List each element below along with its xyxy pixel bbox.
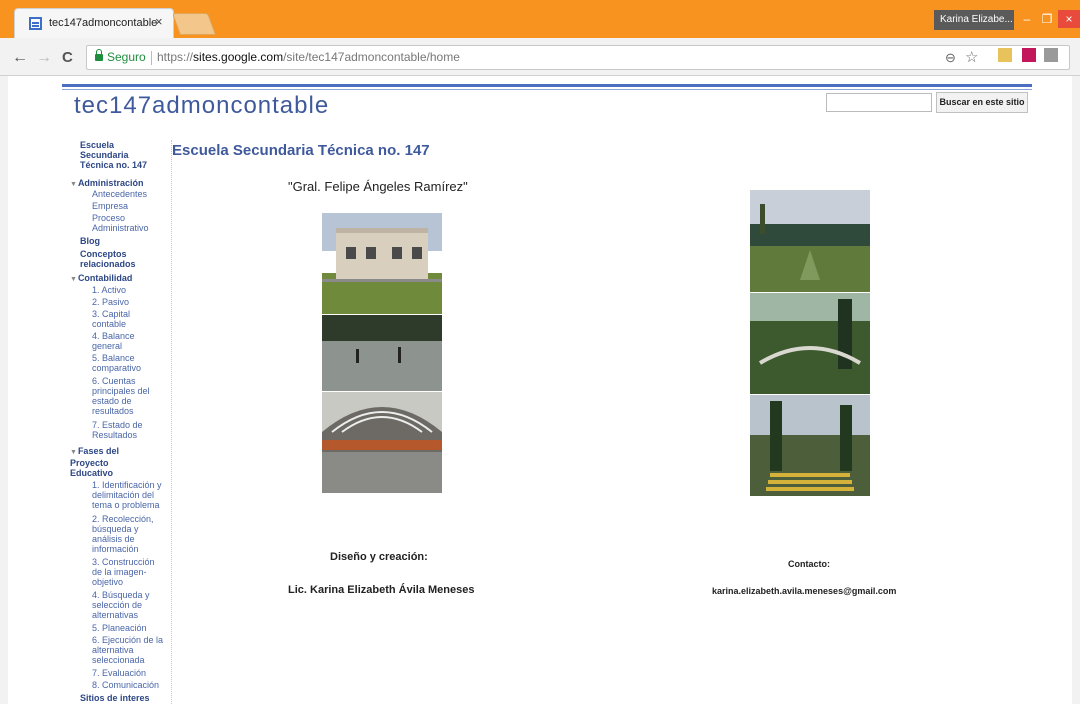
- sidebar-item-balance-general[interactable]: 4. Balance general: [92, 331, 136, 351]
- page-viewport: tec147admoncontable Buscar en este sitio…: [8, 76, 1072, 704]
- contact-email[interactable]: karina.elizabeth.avila.meneses@gmail.com: [712, 586, 896, 596]
- school-building-photo: [322, 213, 442, 314]
- school-building-photo-image: [322, 213, 442, 314]
- sidebar-item-empresa[interactable]: Empresa: [92, 201, 128, 211]
- sidebar-item-fase-4[interactable]: 4. Búsqueda y selección de alternativas: [92, 590, 152, 620]
- school-garden-photo-image: [750, 293, 870, 394]
- maximize-button[interactable]: ❐: [1036, 10, 1058, 28]
- secure-label: Seguro: [107, 50, 146, 64]
- url-text: https://sites.google.com/site/tec147admo…: [157, 50, 460, 64]
- site-search-button[interactable]: Buscar en este sitio: [936, 92, 1028, 113]
- profile-button[interactable]: Karina Elizabe...: [934, 10, 1014, 30]
- header-rule: [62, 84, 1032, 87]
- url-path: /site/tec147admoncontable/home: [283, 50, 460, 64]
- extension-icon[interactable]: [998, 48, 1012, 62]
- expand-triangle-icon[interactable]: ▼: [70, 181, 77, 188]
- garden-building-photo-image: [750, 190, 870, 292]
- school-stairs-photo-image: [750, 395, 870, 496]
- design-label: Diseño y creación:: [330, 551, 428, 563]
- expand-triangle-icon[interactable]: ▼: [70, 276, 77, 283]
- sidebar-item-fase-2[interactable]: 2. Recolección, búsqueda y análisis de i…: [92, 514, 162, 554]
- sidebar-item-contabilidad[interactable]: ▼Contabilidad: [70, 273, 132, 285]
- sidebar-item-fase-8[interactable]: 8. Comunicación: [92, 680, 159, 690]
- sidebar-item-fases[interactable]: ▼Fases del Proyecto Educativo: [70, 446, 140, 478]
- url-scheme: https://: [157, 50, 194, 64]
- forward-icon[interactable]: →: [36, 49, 52, 67]
- site-search-input[interactable]: [826, 93, 932, 112]
- sidebar-item-label: Administración: [77, 178, 144, 188]
- tab-title: tec147admoncontable: [49, 17, 158, 29]
- page-title: Escuela Secundaria Técnica no. 147: [172, 142, 430, 159]
- extension-icon[interactable]: [1044, 48, 1058, 62]
- minimize-button[interactable]: –: [1016, 10, 1038, 28]
- sidebar-item-capital[interactable]: 3. Capital contable: [92, 309, 136, 329]
- sidebar-item-sitios[interactable]: Sitios de interes: [80, 693, 150, 703]
- sidebar-item-label: Fases del Proyecto Educativo: [70, 446, 119, 478]
- school-garden-photo: [750, 293, 870, 394]
- sidebar-item-antecedentes[interactable]: Antecedentes: [92, 189, 147, 199]
- tab-close-icon[interactable]: ×: [155, 14, 163, 29]
- sidebar-item-blog[interactable]: Blog: [80, 236, 100, 246]
- schoolyard-photo: [322, 315, 442, 391]
- covered-court-photo-image: [322, 392, 442, 493]
- sidebar-item-label: Contabilidad: [77, 273, 133, 283]
- sidebar-item-conceptos[interactable]: Conceptos relacionados: [80, 249, 150, 269]
- sidebar-item-fase-3[interactable]: 3. Construcción de la imagen-objetivo: [92, 557, 162, 587]
- sidebar-item-estado[interactable]: 7. Estado de Resultados: [92, 420, 152, 440]
- sidebar-item-cuentas[interactable]: 6. Cuentas principales del estado de res…: [92, 376, 152, 416]
- sidebar-item-fase-5[interactable]: 5. Planeación: [92, 623, 147, 633]
- browser-titlebar: tec147admoncontable × Karina Elizabe... …: [0, 0, 1080, 38]
- covered-court-photo: [322, 392, 442, 493]
- school-subtitle: "Gral. Felipe Ángeles Ramírez": [288, 179, 468, 194]
- extension-icon[interactable]: [1022, 48, 1036, 62]
- zoom-icon[interactable]: ⊖: [945, 50, 956, 66]
- header-rule-thin: [62, 89, 1032, 90]
- sidebar-item-proceso[interactable]: Proceso Administrativo: [92, 213, 162, 233]
- back-icon[interactable]: ←: [12, 49, 28, 67]
- site-title[interactable]: tec147admoncontable: [74, 92, 329, 120]
- school-stairs-photo: [750, 395, 870, 496]
- schoolyard-photo-image: [322, 315, 442, 391]
- sidebar-item-pasivo[interactable]: 2. Pasivo: [92, 297, 129, 307]
- garden-building-photo: [750, 190, 870, 292]
- browser-tab[interactable]: tec147admoncontable ×: [14, 8, 174, 38]
- sidebar-item-home[interactable]: Escuela Secundaria Técnica no. 147: [80, 140, 164, 170]
- sidebar-item-activo[interactable]: 1. Activo: [92, 285, 126, 295]
- address-bar[interactable]: Seguro https://sites.google.com/site/tec…: [86, 45, 1070, 70]
- reload-icon[interactable]: C: [62, 49, 73, 66]
- designer-name: Lic. Karina Elizabeth Ávila Meneses: [288, 584, 475, 596]
- sidebar-item-fase-6[interactable]: 6. Ejecución de la alternativa seleccion…: [92, 635, 172, 665]
- url-divider: [151, 51, 152, 65]
- new-tab-button[interactable]: [171, 13, 217, 35]
- sidebar-item-balance-comparativo[interactable]: 5. Balance comparativo: [92, 353, 148, 373]
- bookmark-star-icon[interactable]: ☆: [965, 48, 978, 66]
- lock-icon: [95, 49, 103, 61]
- sidebar-item-fase-7[interactable]: 7. Evaluación: [92, 668, 146, 678]
- url-host: sites.google.com: [193, 50, 284, 64]
- contact-label: Contacto:: [788, 559, 830, 569]
- expand-triangle-icon[interactable]: ▼: [70, 449, 77, 456]
- sidebar-nav: Escuela Secundaria Técnica no. 147 ▼Admi…: [66, 140, 172, 704]
- sidebar-item-fase-1[interactable]: 1. Identificación y delimitación del tem…: [92, 480, 172, 510]
- close-window-button[interactable]: ×: [1058, 10, 1080, 28]
- sites-favicon-icon: [29, 17, 42, 30]
- browser-toolbar: ← → C Seguro https://sites.google.com/si…: [0, 38, 1080, 76]
